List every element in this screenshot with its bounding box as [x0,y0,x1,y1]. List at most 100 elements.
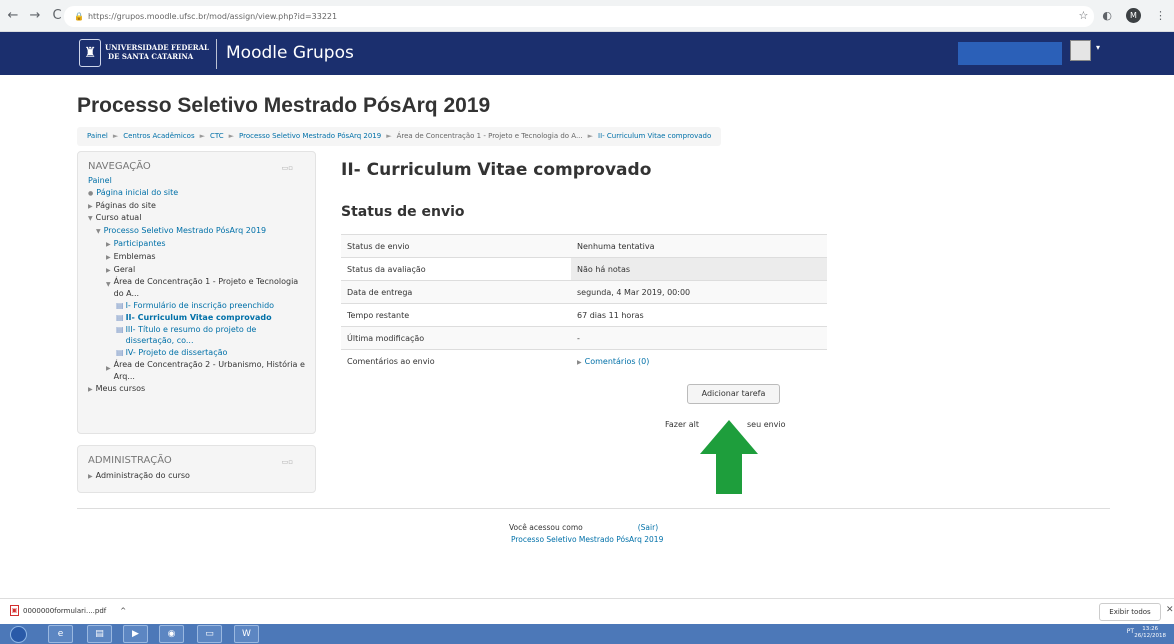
block-controls-icon[interactable]: ▭▫ [282,164,293,172]
nav-item-assign1[interactable]: I- Formulário de inscrição preenchido [126,301,275,310]
nav-item-badges[interactable]: Emblemas [114,252,156,261]
forward-icon[interactable]: → [26,7,44,25]
breadcrumb-item[interactable]: Área de Concentração 1 - Projeto e Tecno… [397,127,583,146]
chrome-icon[interactable]: ◉ [159,625,184,643]
nav-item-course[interactable]: Processo Seletivo Mestrado PósArq 2019 [104,226,267,235]
nav-item-assign4[interactable]: IV- Projeto de dissertação [126,348,228,357]
extension-icon[interactable]: ◐ [1102,9,1112,22]
row-label: Status da avaliação [341,257,571,281]
assignment-icon: ▤ [116,324,124,334]
nav-item-home[interactable]: Página inicial do site [96,188,178,197]
address-bar[interactable]: 🔒 https://grupos.moodle.ufsc.br/mod/assig… [64,6,1094,27]
row-label: Data de entrega [341,280,571,304]
browser-actions: ☆ ◐ M ⋮ [1079,8,1166,23]
breadcrumb-item[interactable]: II- Curriculum Vitae comprovado [598,127,711,146]
breadcrumb-item[interactable]: CTC [210,127,224,146]
breadcrumb-separator-icon: ► [199,132,205,140]
navigation-block: NAVEGAÇÃO ▭▫ Painel ● Página inicial do s… [77,151,316,434]
block-controls-icon[interactable]: ▭▫ [282,458,293,466]
collapse-icon[interactable]: ▼ [88,215,93,222]
admin-item-course[interactable]: Administração do curso [96,471,190,480]
row-value: Nenhuma tentativa [571,234,827,258]
breadcrumb-item[interactable]: Processo Seletivo Mestrado PósArq 2019 [239,127,381,146]
edit-note-left: Fazer alt [665,420,699,429]
expand-icon[interactable]: ▶ [88,473,93,480]
nav-item-painel[interactable]: Painel [88,176,112,185]
login-info: Você acessou como (Sair) [509,523,658,532]
collapse-icon[interactable]: ▼ [106,279,111,300]
download-filename: 0000000formulari....pdf [23,606,107,615]
start-button[interactable] [10,626,27,643]
navigation-title: NAVEGAÇÃO [88,161,151,172]
row-label: Última modificação [341,326,571,350]
row-value: Não há notas [571,257,827,281]
breadcrumb-item[interactable]: Painel [87,127,108,146]
show-all-button[interactable]: Exibir todos [1099,603,1161,621]
footer-course-link[interactable]: Processo Seletivo Mestrado PósArq 2019 [511,535,663,544]
nav-item-my-courses[interactable]: Meus cursos [96,384,146,393]
table-row: Data de entrega segunda, 4 Mar 2019, 00:0… [341,280,827,304]
expand-icon[interactable]: ▶ [106,363,111,383]
breadcrumb-item[interactable]: Centros Acadêmicos [123,127,194,146]
row-value: 67 dias 11 horas [571,303,827,327]
logout-link[interactable]: (Sair) [638,523,658,532]
close-icon[interactable]: ✕ [1166,605,1174,615]
university-name: UNIVERSIDADE FEDERAL DE SANTA CATARINA [105,43,209,61]
assignment-icon: ▤ [116,300,124,310]
user-avatar[interactable] [1070,40,1091,61]
lock-icon: 🔒 [74,12,84,21]
clock[interactable]: 13:26 26/12/2018 [1134,626,1166,640]
page-title: Processo Seletivo Mestrado PósArq 2019 [77,94,491,117]
expand-icon[interactable]: ▶ [106,267,111,274]
comments-link[interactable]: Comentários (0) [585,357,650,366]
word-icon[interactable]: W [234,625,259,643]
nav-item-assign2[interactable]: II- Curriculum Vitae comprovado [126,313,272,322]
nav-item-area1[interactable]: Área de Concentração 1 - Projeto e Tecno… [114,276,305,300]
add-submission-button[interactable]: Adicionar tarefa [687,384,780,404]
back-icon[interactable]: ← [4,7,22,25]
bullet-icon: ● [88,189,94,197]
breadcrumb-separator-icon: ► [386,132,392,140]
user-menu-caret-icon[interactable]: ▾ [1096,43,1100,52]
expand-icon[interactable]: ▶ [88,386,93,393]
ie-icon[interactable]: e [48,625,73,643]
nav-item-site-pages[interactable]: Páginas do site [96,201,156,210]
explorer-icon[interactable]: ▤ [87,625,112,643]
nav-item-assign3[interactable]: III- Título e resumo do projeto de disse… [126,324,305,348]
row-value-comments: ▶ Comentários (0) [571,349,827,373]
login-info-text: Você acessou como [509,523,583,532]
media-player-icon[interactable]: ▶ [123,625,148,643]
bookmark-star-icon[interactable]: ☆ [1079,9,1089,22]
download-item[interactable]: ▣ 0000000formulari....pdf ^ [10,605,126,616]
navigation-tree: Painel ● Página inicial do site ▶ Páginas … [88,175,305,395]
breadcrumb-separator-icon: ► [587,132,594,140]
profile-avatar[interactable]: M [1126,8,1141,23]
expand-icon[interactable]: ▶ [106,254,111,261]
expand-icon[interactable]: ▶ [577,359,582,366]
collapse-icon[interactable]: ▼ [96,228,101,235]
assignment-heading: II- Curriculum Vitae comprovado [341,160,652,180]
pdf-icon: ▣ [10,605,19,616]
site-name[interactable]: Moodle Grupos [226,43,354,63]
university-name-line2: DE SANTA CATARINA [108,52,194,61]
ufsc-logo-icon[interactable]: ♜ [79,39,101,67]
status-heading: Status de envio [341,204,465,220]
table-row: Tempo restante 67 dias 11 horas [341,303,827,327]
nav-item-general[interactable]: Geral [114,265,136,274]
administration-block: ADMINISTRAÇÃO ▭▫ ▶ Administração do curso [77,445,316,493]
green-arrow-icon [700,420,758,494]
nav-item-area2[interactable]: Área de Concentração 2 - Urbanismo, Hist… [114,359,305,383]
nav-item-participants[interactable]: Participantes [114,239,166,248]
chevron-up-icon[interactable]: ^ [120,607,126,615]
expand-icon[interactable]: ▶ [106,241,111,248]
university-name-line1: UNIVERSIDADE FEDERAL [105,43,209,52]
nav-item-current-course[interactable]: Curso atual [96,213,142,222]
expand-icon[interactable]: ▶ [88,203,93,210]
folder-icon[interactable]: ▭ [197,625,222,643]
system-tray[interactable]: PT [1127,628,1134,635]
row-label: Comentários ao envio [341,349,571,373]
user-name-block[interactable] [958,42,1062,65]
breadcrumb-separator-icon: ► [228,132,235,140]
row-value: segunda, 4 Mar 2019, 00:00 [571,280,827,304]
menu-icon[interactable]: ⋮ [1155,9,1166,22]
